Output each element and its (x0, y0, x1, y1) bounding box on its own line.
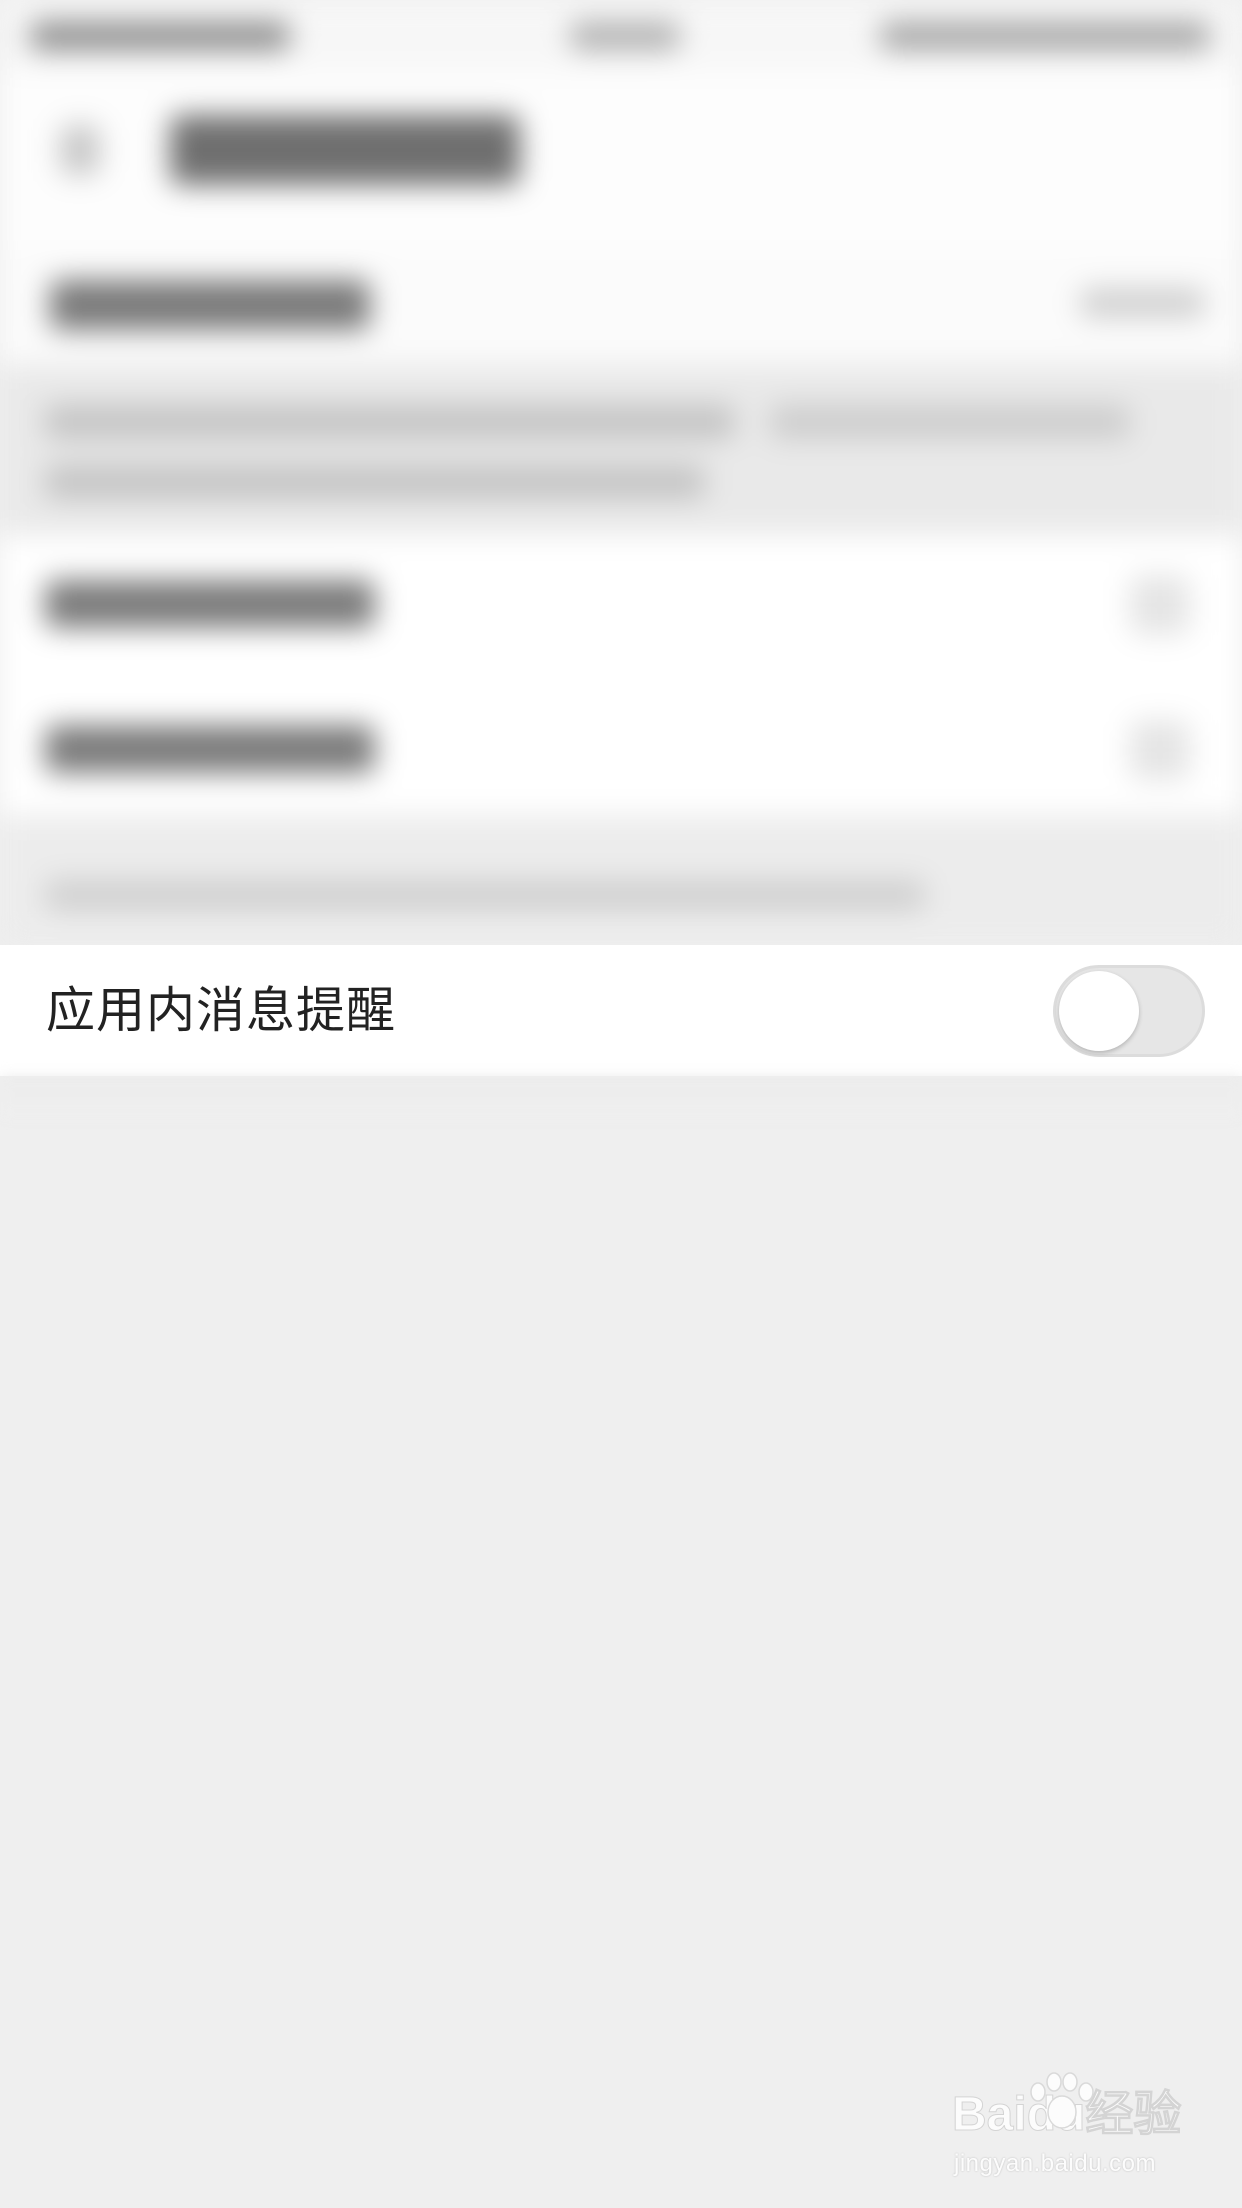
in-app-notification-label: 应用内消息提醒 (46, 982, 397, 1039)
in-app-notification-row[interactable]: 应用内消息提醒 (0, 945, 1242, 1076)
row-shadow (0, 1076, 1242, 1116)
baidu-jingyan-watermark: Baidu经验 jingyan.baidu.com (950, 2068, 1182, 2188)
blurred-content-area (0, 0, 1242, 945)
blurred-footer-note (0, 815, 1242, 945)
baidu-paw-logo-icon: Baidu经验 (952, 2072, 1182, 2142)
settings-screen: 应用内消息提醒 Baidu经验 jingyan.baidu.com (0, 0, 1242, 2208)
status-bar (0, 0, 1242, 70)
watermark-url: jingyan.baidu.com (954, 2150, 1156, 2177)
blurred-rows (0, 535, 1242, 815)
in-app-notification-toggle[interactable] (1053, 965, 1205, 1057)
blurred-row (0, 250, 1242, 365)
nav-header (0, 70, 1242, 250)
blurred-description (0, 365, 1242, 535)
toggle-knob (1059, 971, 1139, 1051)
